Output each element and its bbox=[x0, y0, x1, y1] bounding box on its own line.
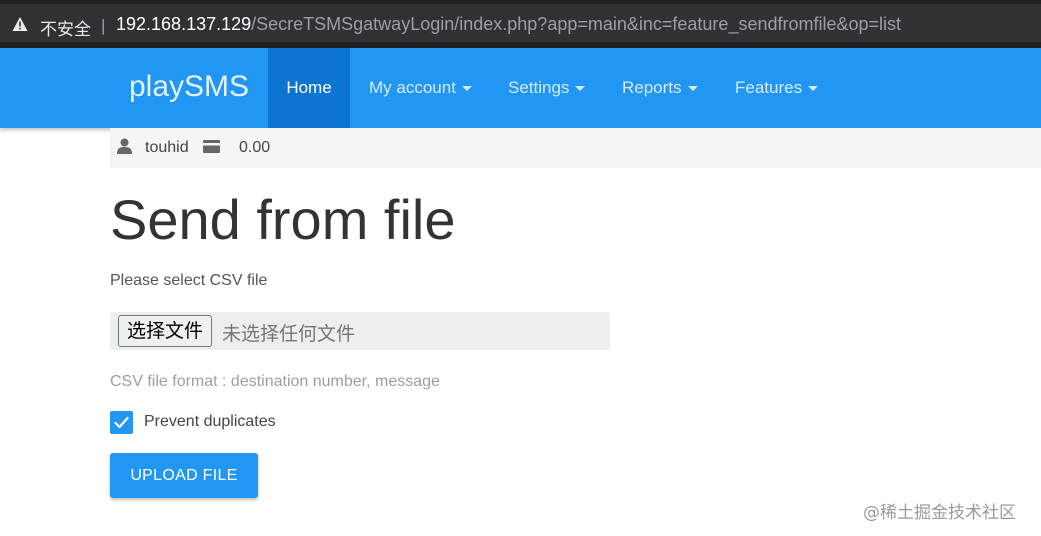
username[interactable]: touhid bbox=[145, 139, 189, 157]
url-separator: | bbox=[101, 16, 106, 35]
checkmark-icon bbox=[114, 416, 129, 429]
caret-down-icon bbox=[808, 86, 819, 92]
user-icon bbox=[117, 138, 132, 154]
nav-home[interactable]: Home bbox=[268, 48, 350, 128]
warning-icon[interactable] bbox=[12, 16, 28, 32]
caret-down-icon bbox=[575, 86, 586, 92]
caret-down-icon bbox=[461, 86, 472, 92]
upload-file-button[interactable]: UPLOAD FILE bbox=[110, 453, 258, 498]
security-label[interactable]: 不安全 bbox=[40, 15, 91, 40]
top-navbar: playSMS Home My account Settings Reports… bbox=[0, 48, 1041, 128]
csv-select-label: Please select CSV file bbox=[110, 272, 268, 289]
nav-features-label: Features bbox=[735, 78, 803, 97]
csv-format-hint: CSV file format : destination number, me… bbox=[110, 373, 440, 390]
nav-settings[interactable]: Settings bbox=[508, 48, 586, 128]
credit-card-icon bbox=[203, 140, 220, 153]
nav-my-account[interactable]: My account bbox=[369, 48, 472, 128]
url-text[interactable]: 192.168.137.129/SecreTSMSgatwayLogin/ind… bbox=[116, 14, 901, 35]
nav-my-account-label: My account bbox=[369, 78, 456, 97]
page-title: Send from file bbox=[110, 188, 456, 251]
nav-features[interactable]: Features bbox=[735, 48, 819, 128]
prevent-duplicates-label[interactable]: Prevent duplicates bbox=[144, 413, 276, 431]
nav-reports-label: Reports bbox=[622, 78, 682, 97]
credit-balance: 0.00 bbox=[239, 139, 271, 156]
caret-down-icon bbox=[687, 86, 698, 92]
nav-reports[interactable]: Reports bbox=[622, 48, 698, 128]
url-host: 192.168.137.129 bbox=[116, 14, 252, 34]
csv-file-input[interactable]: 选择文件 未选择任何文件 bbox=[110, 312, 610, 350]
brand-logo[interactable]: playSMS bbox=[129, 70, 249, 104]
browser-address-bar: 不安全 | 192.168.137.129/SecreTSMSgatwayLog… bbox=[0, 0, 1041, 49]
omnibox[interactable]: 不安全 | 192.168.137.129/SecreTSMSgatwayLog… bbox=[0, 4, 1041, 42]
url-path: /SecreTSMSgatwayLogin/index.php?app=main… bbox=[251, 14, 902, 34]
watermark-text: @稀土掘金技术社区 bbox=[863, 503, 1016, 523]
nav-settings-label: Settings bbox=[508, 78, 570, 97]
prevent-duplicates-checkbox[interactable] bbox=[110, 411, 133, 434]
choose-file-button[interactable]: 选择文件 bbox=[118, 315, 213, 347]
user-info-bar: touhid 0.00 bbox=[110, 128, 1041, 168]
file-status-text: 未选择任何文件 bbox=[222, 323, 356, 345]
